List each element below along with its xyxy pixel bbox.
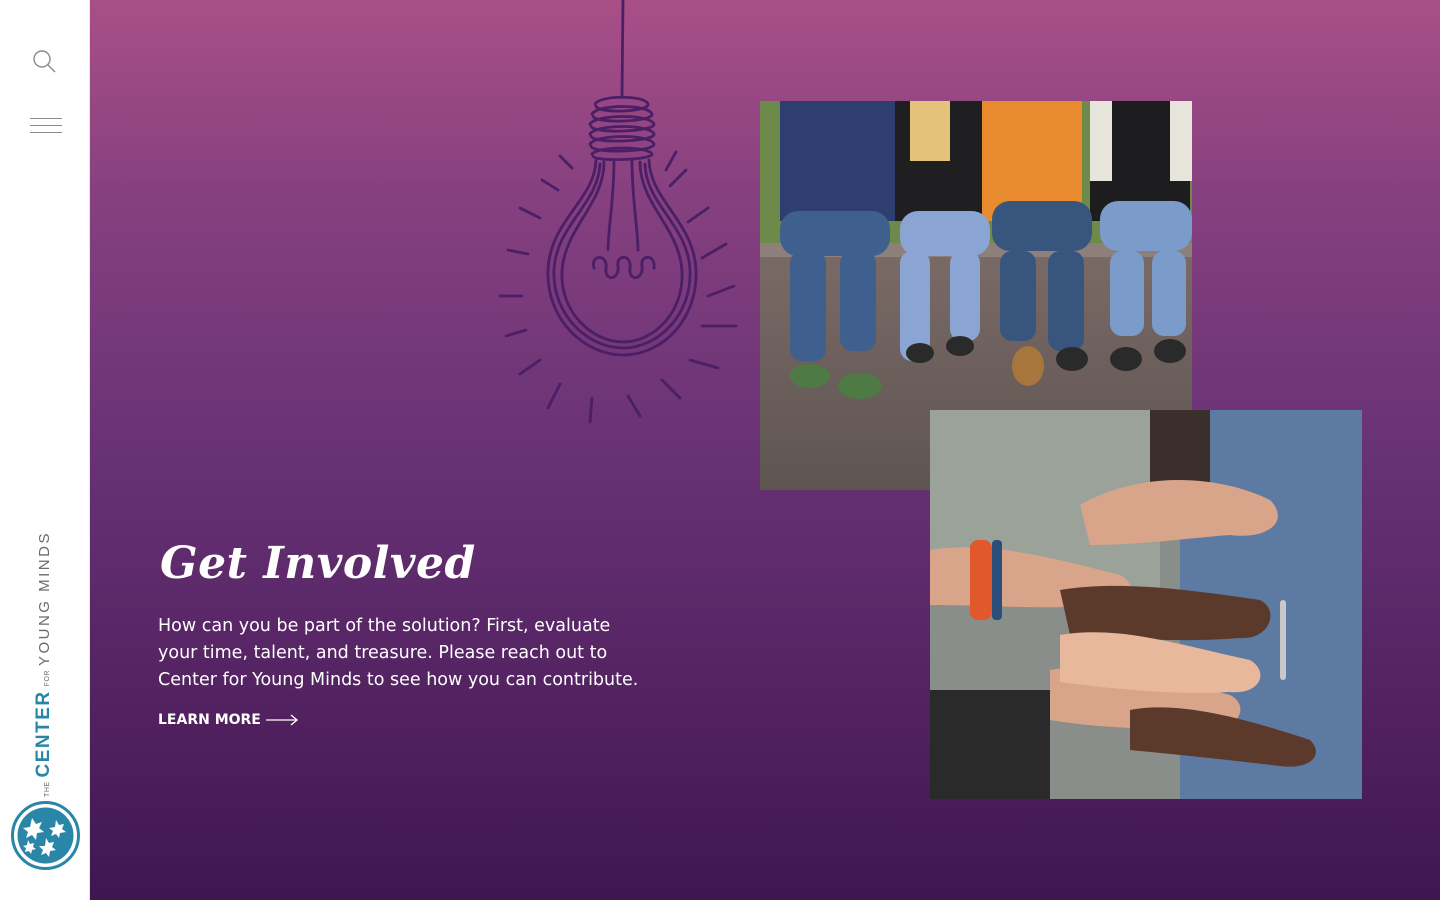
sidebar: THE CENTER FOR YOUNG MINDS [0,0,90,900]
learn-more-label: LEARN MORE [158,712,261,728]
brand-for: FOR [44,670,51,687]
photo-stacked-hands [930,410,1362,799]
brand-young-minds: YOUNG MINDS [36,531,53,667]
brand-the: THE [44,781,51,797]
logo-link[interactable] [10,800,81,871]
menu-button[interactable] [30,118,62,136]
brand-center: CENTER [33,690,54,778]
arrow-right-icon [265,714,298,726]
search-button[interactable] [30,47,60,77]
get-involved-section: Get Involved How can you be part of the … [90,0,1440,900]
leaf-circle-logo-icon [11,801,80,870]
intro-paragraph: How can you be part of the solution? Fir… [158,616,639,690]
brand-wordmark[interactable]: THE CENTER FOR YOUNG MINDS [33,531,55,797]
search-icon [33,50,56,73]
learn-more-link[interactable]: LEARN MORE [158,712,299,728]
hamburger-menu-icon [30,118,62,133]
lightbulb-icon [498,0,738,424]
page-heading: Get Involved [160,538,476,589]
